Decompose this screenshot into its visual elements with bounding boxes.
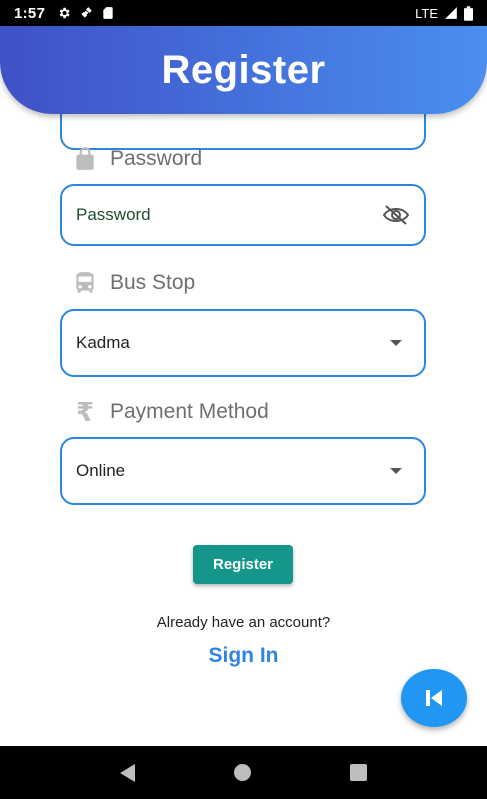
gear-icon [59, 7, 70, 19]
network-label: LTE [415, 5, 438, 21]
sd-card-icon [103, 7, 113, 19]
register-button[interactable]: Register [193, 545, 293, 584]
satellite-icon [81, 7, 93, 18]
bus-stop-label: Bus Stop [110, 271, 196, 294]
nav-home-icon[interactable] [233, 764, 251, 781]
bus-icon [72, 270, 98, 296]
bus-stop-label-row: Bus Stop [72, 270, 195, 296]
status-bar: 1:57 LTE [0, 0, 487, 26]
skip-previous-fab[interactable] [401, 669, 467, 727]
payment-label-row: ₹ Payment Method [72, 396, 269, 427]
nav-back-icon[interactable] [119, 763, 135, 782]
sign-in-link[interactable]: Sign In [0, 644, 487, 668]
status-time: 1:57 [14, 4, 46, 22]
form-scroll-area[interactable]: Password Password Bus Stop Kadma ₹ Payme… [0, 26, 487, 746]
lock-icon [72, 146, 98, 172]
eye-off-icon[interactable] [382, 204, 410, 226]
payment-label: Payment Method [110, 400, 269, 423]
password-placeholder: Password [76, 205, 151, 224]
battery-icon [464, 5, 473, 21]
system-nav-bar [0, 746, 487, 799]
chevron-down-icon [390, 468, 402, 474]
password-input[interactable]: Password [60, 184, 426, 246]
skip-previous-icon [426, 690, 442, 706]
already-have-account-text: Already have an account? [156, 614, 331, 631]
payment-method-dropdown[interactable]: Online [60, 437, 426, 505]
nav-recents-icon[interactable] [350, 764, 368, 781]
app-header: Register [0, 26, 487, 114]
chevron-down-icon [390, 340, 402, 346]
rupee-icon: ₹ [75, 396, 95, 427]
password-label-row: Password [72, 146, 202, 172]
bus-stop-dropdown[interactable]: Kadma [60, 309, 426, 377]
bus-stop-selected: Kadma [76, 333, 130, 352]
payment-selected: Online [76, 461, 126, 480]
page-title: Register [161, 47, 326, 92]
signal-icon [445, 7, 457, 19]
password-label: Password [110, 147, 203, 170]
